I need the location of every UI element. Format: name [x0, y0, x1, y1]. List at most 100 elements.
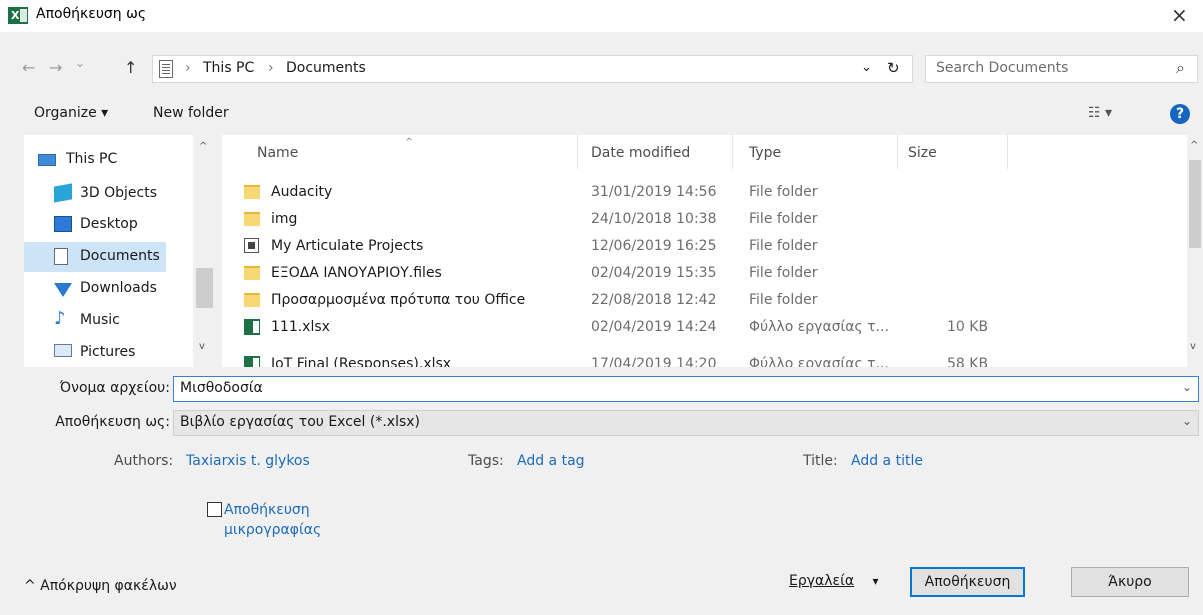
sidebar-item-label: This PC	[66, 151, 118, 167]
folder-icon	[244, 293, 260, 307]
organize-button[interactable]: Organize ▾	[34, 105, 108, 121]
save-thumbnail-label[interactable]: Αποθήκευση μικρογραφίας	[224, 500, 354, 540]
cancel-button[interactable]: Άκυρο	[1071, 567, 1189, 597]
sidebar-item-label: Documents	[80, 248, 160, 264]
folder-icon	[244, 185, 260, 199]
chevron-down-icon[interactable]: ⌄	[1182, 414, 1192, 428]
sidebar-item-label: 3D Objects	[80, 185, 158, 201]
close-icon[interactable]: ×	[1171, 2, 1188, 28]
breadcrumb-documents[interactable]: Documents	[286, 60, 366, 76]
chevron-down-icon[interactable]: ⌄	[1182, 380, 1192, 394]
forward-arrow-icon[interactable]: →	[49, 58, 62, 77]
save-thumbnail-label-line1: Αποθήκευση	[224, 502, 310, 518]
file-type: File folder	[749, 211, 818, 227]
file-row[interactable]: img 24/10/2018 10:38 File folder	[222, 207, 1187, 233]
address-dropdown-icon[interactable]: ⌄	[861, 60, 872, 75]
file-type: File folder	[749, 184, 818, 200]
filename-field[interactable]: Μισθοδοσία ⌄	[173, 376, 1199, 402]
file-size: 58 KB	[947, 356, 989, 367]
file-row[interactable]: Προσαρμοσμένα πρότυπα του Office 22/08/2…	[222, 288, 1187, 314]
sidebar-item-3d-objects[interactable]: 3D Objects	[24, 179, 194, 209]
title-field[interactable]: Add a title	[851, 453, 923, 469]
column-header-type[interactable]: Type	[749, 145, 781, 161]
file-name: Προσαρμοσμένα πρότυπα του Office	[271, 292, 526, 308]
scroll-down-icon[interactable]: v	[1190, 341, 1196, 352]
column-divider[interactable]	[1007, 135, 1008, 169]
file-date: 12/06/2019 16:25	[591, 238, 717, 254]
cube-icon	[54, 183, 72, 203]
column-header-size[interactable]: Size	[908, 145, 937, 161]
file-row[interactable]: My Articulate Projects 12/06/2019 16:25 …	[222, 234, 1187, 260]
tools-menu[interactable]: Εργαλεία ▾	[789, 573, 879, 589]
sidebar-item-music[interactable]: ♪ Music	[24, 306, 194, 336]
title-bar: X Αποθήκευση ως ×	[0, 0, 1203, 32]
view-options-icon[interactable]: ☷ ▾	[1088, 105, 1112, 121]
help-icon[interactable]: ?	[1170, 104, 1190, 124]
tags-field[interactable]: Add a tag	[517, 453, 585, 469]
search-input[interactable]: Search Documents	[936, 60, 1068, 76]
file-date: 17/04/2019 14:20	[591, 356, 717, 367]
sidebar-item-documents[interactable]: Documents	[24, 242, 166, 272]
file-row[interactable]: Audacity 31/01/2019 14:56 File folder	[222, 180, 1187, 206]
search-icon[interactable]: ⌕	[1176, 58, 1185, 78]
filename-label: Όνομα αρχείου:	[59, 380, 170, 396]
address-bar[interactable]: › This PC › Documents ⌄ ↻	[152, 55, 913, 83]
sidebar-item-downloads[interactable]: Downloads	[24, 274, 194, 304]
sidebar-scrollbar-thumb[interactable]	[196, 268, 213, 308]
recent-locations-icon[interactable]: ⌄	[75, 56, 85, 70]
documents-icon	[54, 248, 68, 265]
chevron-down-icon: ▾	[872, 574, 879, 588]
column-divider[interactable]	[732, 135, 733, 169]
column-divider[interactable]	[577, 135, 578, 169]
back-arrow-icon[interactable]: ←	[22, 58, 35, 77]
filename-input[interactable]: Μισθοδοσία	[180, 380, 263, 396]
file-row[interactable]: ΕΞΟΔΑ ΙΑΝΟΥΑΡΙΟΥ.files 02/04/2019 15:35 …	[222, 261, 1187, 287]
breadcrumb-this-pc[interactable]: This PC	[203, 60, 254, 76]
breadcrumb-separator: ›	[268, 60, 274, 76]
window-title: Αποθήκευση ως	[36, 6, 147, 22]
file-date: 22/08/2018 12:42	[591, 292, 717, 308]
save-button[interactable]: Αποθήκευση	[910, 567, 1025, 597]
scroll-up-icon[interactable]: ^	[1190, 140, 1198, 151]
up-arrow-icon[interactable]: ↑	[124, 58, 137, 77]
sort-ascending-icon: ^	[405, 137, 414, 148]
file-name: IoT Final (Responses).xlsx	[271, 356, 452, 367]
search-box[interactable]: Search Documents ⌕	[925, 55, 1198, 83]
authors-field[interactable]: Taxiarxis t. glykos	[186, 453, 310, 469]
sidebar-item-desktop[interactable]: Desktop	[24, 210, 194, 240]
hide-folders-button[interactable]: ^ Απόκρυψη φακέλων	[24, 578, 177, 594]
savetype-label: Αποθήκευση ως:	[55, 414, 170, 430]
save-thumbnail-checkbox[interactable]	[207, 502, 222, 517]
new-folder-button[interactable]: New folder	[153, 105, 229, 121]
music-icon: ♪	[54, 308, 66, 329]
sidebar-item-label: Downloads	[80, 280, 157, 296]
file-date: 24/10/2018 10:38	[591, 211, 717, 227]
file-type: File folder	[749, 238, 818, 254]
articulate-folder-icon	[244, 238, 259, 253]
excel-icon: X	[8, 7, 28, 24]
sidebar-item-this-pc[interactable]: This PC	[24, 145, 194, 175]
save-thumbnail-label-line2: μικρογραφίας	[224, 522, 322, 538]
file-row[interactable]: IoT Final (Responses).xlsx 17/04/2019 14…	[222, 352, 1187, 367]
scroll-down-icon[interactable]: v	[199, 341, 205, 352]
file-row[interactable]: 111.xlsx 02/04/2019 14:24 Φύλλο εργασίας…	[222, 315, 1187, 341]
file-date: 02/04/2019 14:24	[591, 319, 717, 335]
savetype-select[interactable]: Βιβλίο εργασίας του Excel (*.xlsx) ⌄	[173, 410, 1199, 436]
download-icon	[54, 283, 72, 297]
file-type: Φύλλο εργασίας τ...	[749, 319, 889, 335]
scroll-up-icon[interactable]: ^	[199, 141, 207, 152]
savetype-value: Βιβλίο εργασίας του Excel (*.xlsx)	[180, 414, 420, 430]
file-type: File folder	[749, 265, 818, 281]
navigation-pane: This PC 3D Objects Desktop Documents Dow…	[24, 135, 216, 367]
file-list-scrollbar-thumb[interactable]	[1189, 160, 1201, 248]
column-header-date[interactable]: Date modified	[591, 145, 690, 161]
column-divider[interactable]	[897, 135, 898, 169]
refresh-icon[interactable]: ↻	[887, 59, 900, 77]
title-label: Title:	[803, 453, 838, 469]
sidebar-item-pictures[interactable]: Pictures	[24, 338, 194, 367]
sidebar-scrollbar[interactable]: ^ v	[193, 135, 216, 367]
column-header-name[interactable]: Name	[257, 145, 298, 161]
desktop-icon	[54, 216, 72, 232]
file-name: My Articulate Projects	[271, 238, 424, 254]
sidebar-item-label: Music	[80, 312, 120, 328]
